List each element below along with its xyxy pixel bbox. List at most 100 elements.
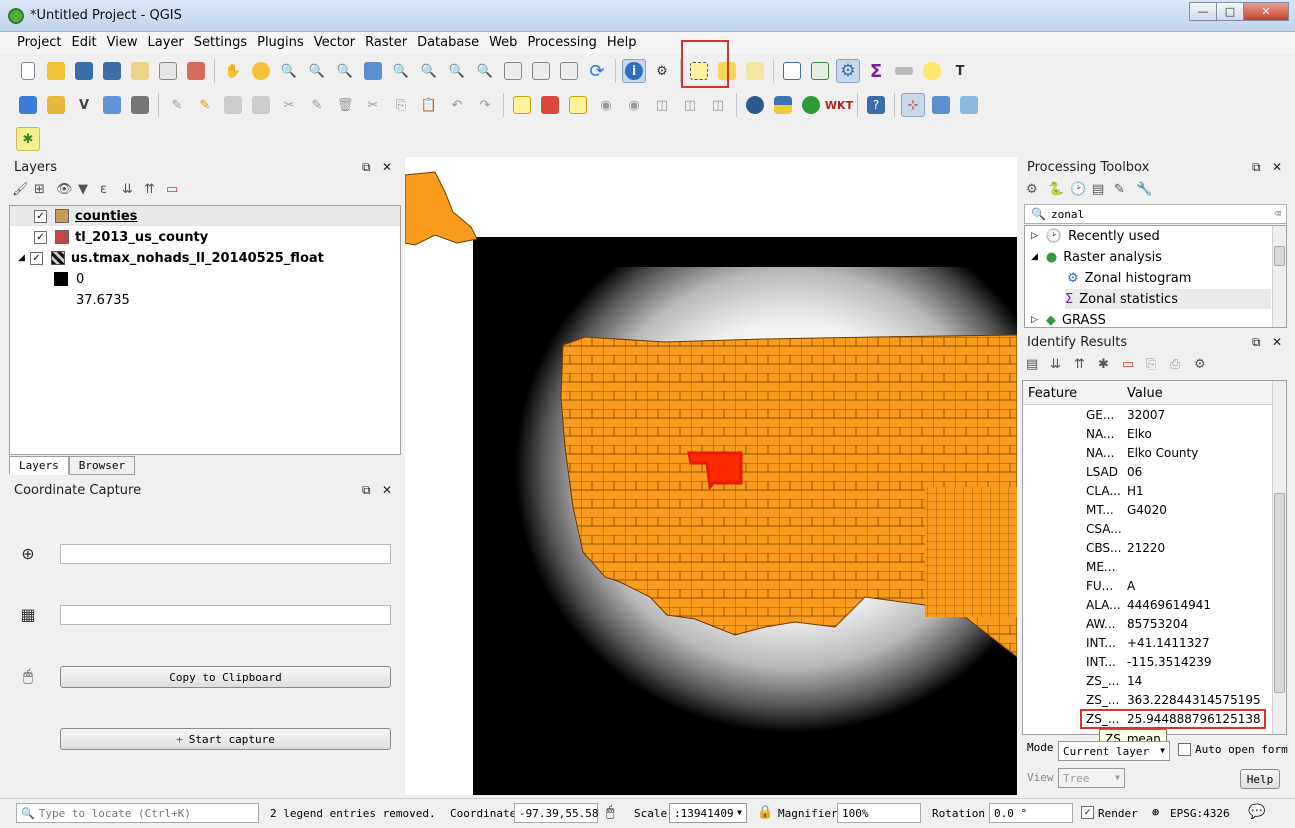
map-crs-coordinate-field[interactable] (60, 544, 391, 564)
expand-all-icon[interactable]: ⇊ (122, 182, 142, 202)
scale-select[interactable]: :13941409 (669, 803, 747, 823)
layer-counties[interactable]: ✓ counties (10, 206, 400, 226)
identify-result-row[interactable]: ALA... 44469614941 (1023, 596, 1273, 615)
add-feature-icon[interactable] (249, 93, 273, 117)
layer-manager-icon[interactable] (16, 93, 40, 117)
grid-crs-icon[interactable]: ▦ (18, 605, 38, 625)
show-hide-labels-icon[interactable]: ◉ (622, 93, 646, 117)
identify-result-row[interactable]: MT... G4020 (1023, 501, 1273, 520)
identify-result-row[interactable]: INT... -115.3514239 (1023, 653, 1273, 672)
locator-input[interactable]: 🔍 Type to locate (Ctrl+K) (16, 803, 259, 823)
render-checkbox[interactable]: ✓ (1081, 806, 1094, 819)
help-button[interactable]: Help (1240, 769, 1280, 789)
new-print-layout-icon[interactable] (128, 59, 152, 83)
pan-map-icon[interactable]: ✋ (221, 59, 245, 83)
menu-processing[interactable]: Processing (522, 32, 601, 54)
deselect-all-icon[interactable] (743, 59, 767, 83)
identify-result-row[interactable]: INT... +41.1411327 (1023, 634, 1273, 653)
coordinate-field[interactable]: -97.39,55.58 (514, 803, 598, 823)
plugin-manager-icon[interactable] (743, 93, 767, 117)
attribute-table-icon[interactable] (780, 59, 804, 83)
menu-view[interactable]: View (102, 32, 143, 54)
layer-raster-tmax[interactable]: ◢ ✓ us.tmax_nohads_ll_20140525_float (10, 248, 324, 268)
results-viewer-icon[interactable]: ▤ (1092, 182, 1114, 197)
float-panel-icon[interactable]: ⧉ (362, 483, 371, 497)
layer-raster-tmax-checkbox[interactable]: ✓ (29, 251, 43, 265)
remove-layer-icon[interactable]: ▭ (166, 182, 186, 202)
scripts-icon[interactable]: 🐍 (1048, 182, 1070, 197)
expand-tree-icon[interactable]: ▤ (1026, 357, 1050, 372)
copy-to-clipboard-button[interactable]: Copy to Clipboard (60, 666, 391, 688)
toggle-editing-icon[interactable]: ✎ (193, 93, 217, 117)
expand-arrow-icon[interactable]: ▷ (1031, 315, 1038, 325)
menu-layer[interactable]: Layer (143, 32, 189, 54)
diagram-tool-icon[interactable] (538, 93, 562, 117)
new-map-view-icon[interactable] (501, 59, 525, 83)
menu-edit[interactable]: Edit (66, 32, 101, 54)
open-project-icon[interactable] (44, 59, 68, 83)
close-panel-icon[interactable]: ✕ (1272, 335, 1282, 349)
start-capture-button[interactable]: + Start capture (60, 728, 391, 750)
history-icon[interactable]: 🕑 (1070, 182, 1092, 197)
filter-expression-icon[interactable]: ε (100, 182, 120, 202)
highlight-label-icon[interactable] (566, 93, 590, 117)
run-feature-action-icon[interactable]: ⚙ (650, 59, 674, 83)
pin-labels-icon[interactable]: ◉ (594, 93, 618, 117)
show-bookmarks-icon[interactable] (557, 59, 581, 83)
zoom-last-icon[interactable]: 🔍 (445, 59, 469, 83)
add-group-icon[interactable]: ⊞ (34, 182, 54, 202)
options-icon[interactable]: 🔧 (1136, 182, 1158, 197)
toggle-extents-icon[interactable]: 🖱 (606, 804, 614, 820)
menu-web[interactable]: Web (484, 32, 522, 54)
maximize-button[interactable]: □ (1216, 2, 1244, 21)
rotate-label-icon[interactable]: ◫ (678, 93, 702, 117)
float-panel-icon[interactable]: ⧉ (1252, 335, 1261, 349)
close-panel-icon[interactable]: ✕ (1272, 160, 1282, 174)
statistical-summary-icon[interactable]: Σ (864, 59, 888, 83)
style-icon[interactable]: 🖌 (12, 182, 32, 202)
layout-manager-icon[interactable] (156, 59, 180, 83)
modify-attributes-icon[interactable]: ✎ (305, 93, 329, 117)
mouse-pointer-icon[interactable]: 🖱 (18, 666, 38, 686)
wkt-icon[interactable]: WKT (825, 93, 853, 117)
layer-tl-2013-us-county[interactable]: ✓ tl_2013_us_county (10, 227, 208, 247)
change-label-icon[interactable]: ◫ (706, 93, 730, 117)
processing-tree-scrollbar[interactable] (1272, 226, 1286, 327)
lock-scale-icon[interactable]: 🔒 (757, 805, 773, 820)
measure-line-icon[interactable] (892, 59, 916, 83)
tree-zonal-statistics[interactable]: Σ Zonal statistics (1065, 289, 1271, 309)
processing-search-input[interactable]: 🔍 zonal ⌫ (1024, 204, 1287, 224)
manage-visibility-icon[interactable]: 👁 (56, 182, 76, 202)
georeferencer-icon[interactable] (929, 93, 953, 117)
tree-recently-used[interactable]: ▷ 🕑 Recently used (1031, 226, 1160, 246)
map-tips-icon[interactable] (920, 59, 944, 83)
python-console-icon[interactable] (771, 93, 795, 117)
messages-icon[interactable]: 💬 (1248, 804, 1265, 820)
digitize-icon[interactable] (100, 93, 124, 117)
identify-result-row[interactable]: ZS_... 14 (1023, 672, 1273, 691)
cut-features-icon[interactable]: ✂ (361, 93, 385, 117)
identify-features-icon[interactable]: i (622, 59, 646, 83)
print-icon[interactable]: ⎙ (1170, 357, 1194, 372)
menu-project[interactable]: Project (12, 32, 66, 54)
zoom-native-icon[interactable]: 🔍 (333, 59, 357, 83)
field-calculator-icon[interactable] (808, 59, 832, 83)
view-select[interactable]: Tree (1058, 768, 1125, 788)
collapse-arrow-icon[interactable]: ◢ (1031, 252, 1038, 262)
tab-layers[interactable]: Layers (9, 456, 69, 475)
crs-status[interactable]: EPSG:4326 (1170, 807, 1230, 820)
move-label-icon[interactable]: ◫ (650, 93, 674, 117)
coordinate-capture-tool-icon[interactable]: ⊹ (901, 93, 925, 117)
menu-settings[interactable]: Settings (189, 32, 252, 54)
collapse-all-icon[interactable]: ⇈ (1074, 357, 1098, 372)
menu-raster[interactable]: Raster (360, 32, 412, 54)
zoom-full-icon[interactable] (361, 59, 385, 83)
delete-selected-icon[interactable]: 🗑 (333, 93, 357, 117)
filter-legend-icon[interactable]: ▼ (78, 182, 98, 202)
vertex-tool-icon[interactable]: ✂ (277, 93, 301, 117)
current-edits-icon[interactable]: ✎ (165, 93, 189, 117)
magnifier-field[interactable]: 100% (837, 803, 921, 823)
in-place-edit-icon[interactable]: ✎ (1114, 182, 1136, 197)
models-icon[interactable]: ⚙ (1026, 182, 1048, 197)
identify-result-row[interactable]: ZS_... 363.22844314575195 (1023, 691, 1273, 710)
